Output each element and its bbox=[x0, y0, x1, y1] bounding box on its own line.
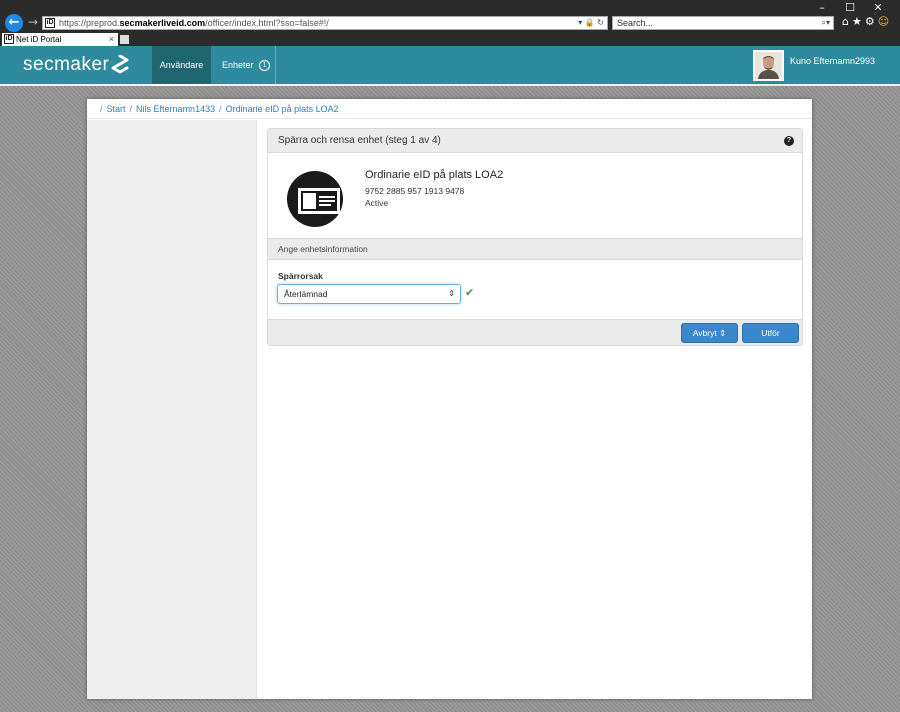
browser-nav-row: ← → iD https://preprod.secmakerliveid.co… bbox=[0, 14, 900, 32]
submit-button[interactable]: Utför bbox=[742, 323, 799, 343]
valid-check-icon: ✔ bbox=[465, 286, 475, 299]
help-icon[interactable]: ? bbox=[784, 136, 794, 146]
favorites-star-icon[interactable]: ★ bbox=[852, 15, 862, 28]
secmaker-logo-icon bbox=[111, 55, 129, 74]
maximize-button[interactable]: ☐ bbox=[836, 2, 864, 14]
url-path: /officer/index.html?sso=false#!/ bbox=[205, 18, 329, 28]
select-caret-icon: ⇕ bbox=[448, 289, 455, 298]
nav-units-tab[interactable]: Enheter 1 bbox=[212, 46, 276, 84]
card-header: Spärra och rensa enhet (steg 1 av 4) ? bbox=[268, 129, 802, 153]
user-name[interactable]: Kuno Efternamn2993 bbox=[790, 56, 875, 66]
revoke-reason-value: Återlämnad bbox=[284, 289, 328, 299]
forward-arrow-icon[interactable]: → bbox=[28, 15, 38, 29]
address-actions-icon[interactable]: ▾ 🔒 ↻ bbox=[578, 17, 604, 29]
side-column bbox=[87, 120, 257, 699]
favicon-icon: iD bbox=[45, 18, 55, 28]
breadcrumb-separator: / bbox=[129, 104, 133, 114]
avatar-photo-icon bbox=[755, 52, 782, 79]
breadcrumb-user[interactable]: Nils Efternamn1433 bbox=[136, 104, 215, 114]
minimize-button[interactable]: – bbox=[808, 2, 836, 14]
url-domain: secmakerliveid.com bbox=[119, 18, 206, 28]
breadcrumb-start[interactable]: Start bbox=[107, 104, 126, 114]
search-placeholder: Search... bbox=[617, 18, 654, 28]
toolbar-icons: ⌂ ★ ⚙ ☺ bbox=[842, 15, 889, 28]
tab-close-icon[interactable]: × bbox=[109, 33, 114, 46]
main-panel: / Start / Nils Efternamn1433/Ordinarie eID … bbox=[87, 99, 812, 699]
units-count-badge: 1 bbox=[259, 60, 271, 72]
user-avatar[interactable] bbox=[753, 50, 784, 81]
revoke-device-card: Spärra och rensa enhet (steg 1 av 4) ? O… bbox=[267, 128, 803, 346]
home-icon[interactable]: ⌂ bbox=[842, 15, 849, 28]
settings-gear-icon[interactable]: ⚙ bbox=[865, 15, 875, 28]
nav-users-label: Användare bbox=[159, 60, 204, 70]
nav-users-tab[interactable]: Användare bbox=[152, 46, 211, 86]
id-card-icon bbox=[287, 171, 343, 227]
feedback-smiley-icon[interactable]: ☺ bbox=[878, 15, 889, 28]
address-bar[interactable]: iD https://preprod.secmakerliveid.com/of… bbox=[42, 16, 608, 30]
breadcrumb-separator: / bbox=[219, 104, 222, 114]
new-tab-button[interactable] bbox=[120, 35, 129, 44]
revoke-reason-label: Spärrorsak bbox=[278, 271, 323, 281]
section-header: Ange enhetsinformation bbox=[268, 238, 802, 260]
back-arrow-icon[interactable]: ← bbox=[5, 14, 23, 32]
close-window-button[interactable]: ✕ bbox=[864, 2, 892, 14]
tab-row: iD Net iD Portal × bbox=[0, 33, 900, 46]
breadcrumb: / Start / Nils Efternamn1433/Ordinarie eID … bbox=[87, 99, 812, 119]
card-title: Spärra och rensa enhet (steg 1 av 4) bbox=[278, 135, 441, 146]
search-icon[interactable]: ⌕▾ bbox=[822, 17, 831, 29]
card-footer: Avbryt ⇕ Utför bbox=[268, 319, 802, 345]
breadcrumb-separator: / bbox=[100, 104, 103, 114]
cancel-button[interactable]: Avbryt ⇕ bbox=[681, 323, 738, 343]
revoke-reason-select[interactable]: Återlämnad ⇕ bbox=[277, 284, 461, 304]
breadcrumb-device[interactable]: Ordinarie eID på plats LOA2 bbox=[226, 104, 339, 114]
browser-search-input[interactable]: Search... ⌕▾ bbox=[612, 16, 834, 30]
browser-tab[interactable]: iD Net iD Portal × bbox=[2, 33, 118, 46]
window-controls: – ☐ ✕ bbox=[808, 2, 892, 14]
app-header: secmaker Användare Enheter 1 Kuno Eftern… bbox=[0, 46, 900, 86]
url-prefix: https://preprod. bbox=[59, 18, 120, 28]
device-status: Active bbox=[365, 198, 389, 208]
browser-chrome: – ☐ ✕ ← → iD https://preprod.secmakerliv… bbox=[0, 0, 900, 46]
device-name: Ordinarie eID på plats LOA2 bbox=[365, 169, 504, 181]
brand-logo[interactable]: secmaker bbox=[23, 54, 109, 76]
nav-units-label: Enheter bbox=[222, 60, 254, 70]
device-number: 9752 2885 957 1913 9478 bbox=[365, 186, 465, 196]
tab-title: Net iD Portal bbox=[16, 35, 62, 44]
tab-favicon-icon: iD bbox=[4, 34, 14, 44]
